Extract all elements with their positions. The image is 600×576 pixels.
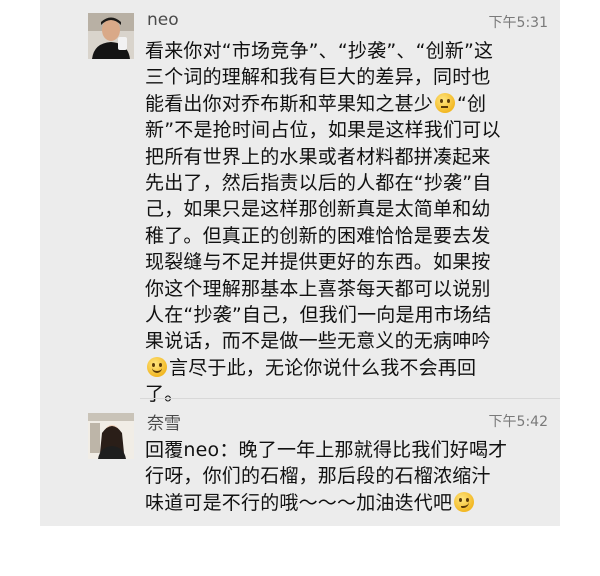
thinking-emoji-icon: [435, 92, 456, 113]
smirk-emoji-icon: [454, 491, 475, 512]
message-time: 下午5:31: [488, 15, 548, 31]
text-line: 言尽于此，无论你说什么我不会再回: [145, 355, 555, 381]
text-line: 稚了。但真正的创新的困难恰恰是要去发: [145, 224, 491, 247]
text-line: 新”不是抢时间占位，如果是这样我们可以: [145, 119, 501, 142]
message-time: 下午5:42: [488, 414, 548, 430]
text-line: 三个词的理解和我有巨大的差异，同时也: [145, 66, 491, 89]
message-text: 回覆neo：晚了一年上那就得比我们好喝才 行呀，你们的石榴，那后段的石榴浓缩汁 …: [145, 437, 555, 516]
text-line: 把所有世界上的水果或者材料都拼凑起来: [145, 145, 491, 168]
text-line: 回覆neo：晚了一年上那就得比我们好喝才: [145, 439, 508, 461]
chat-panel: neo 下午5:31 看来你对“市场竞争”、“抄袭”、“创新”这 三个词的理解和…: [40, 0, 560, 526]
text-line: 味道可是不行的哦～～～加油迭代吧: [145, 490, 555, 516]
smile-emoji-icon: [147, 356, 167, 377]
text-line: 现裂缝与不足并提供更好的东西。如果按: [145, 251, 491, 274]
avatar-naixue[interactable]: [88, 413, 134, 459]
message-text: 看来你对“市场竞争”、“抄袭”、“创新”这 三个词的理解和我有巨大的差异，同时也…: [145, 38, 555, 408]
sender-name: neo: [147, 10, 179, 30]
text-line: 己，如果只是这样那创新真是太简单和幼: [145, 198, 491, 221]
sender-name: 奈雪: [147, 414, 181, 434]
text-line: 先出了，然后指责以后的人都在“抄袭”自: [145, 172, 492, 195]
text-line: 果说话，而不是做一些无意义的无病呻吟: [145, 330, 491, 353]
message-neo: neo 下午5:31 看来你对“市场竞争”、“抄袭”、“创新”这 三个词的理解和…: [40, 0, 560, 405]
message-naixue: 奈雪 下午5:42 回覆neo：晚了一年上那就得比我们好喝才 行呀，你们的石榴，…: [40, 399, 560, 525]
text-line: 看来你对“市场竞争”、“抄袭”、“创新”这: [145, 40, 494, 62]
text-line: 人在“抄袭”自己，但我们一向是用市场结: [145, 304, 492, 327]
text-line: 能看出你对乔布斯和苹果知之甚少 “创: [145, 92, 487, 115]
text-line: 你这个理解那基本上喜茶每天都可以说别: [145, 277, 491, 300]
text-line: 行呀，你们的石榴，那后段的石榴浓缩汁: [145, 465, 491, 488]
avatar-neo[interactable]: [88, 13, 134, 59]
